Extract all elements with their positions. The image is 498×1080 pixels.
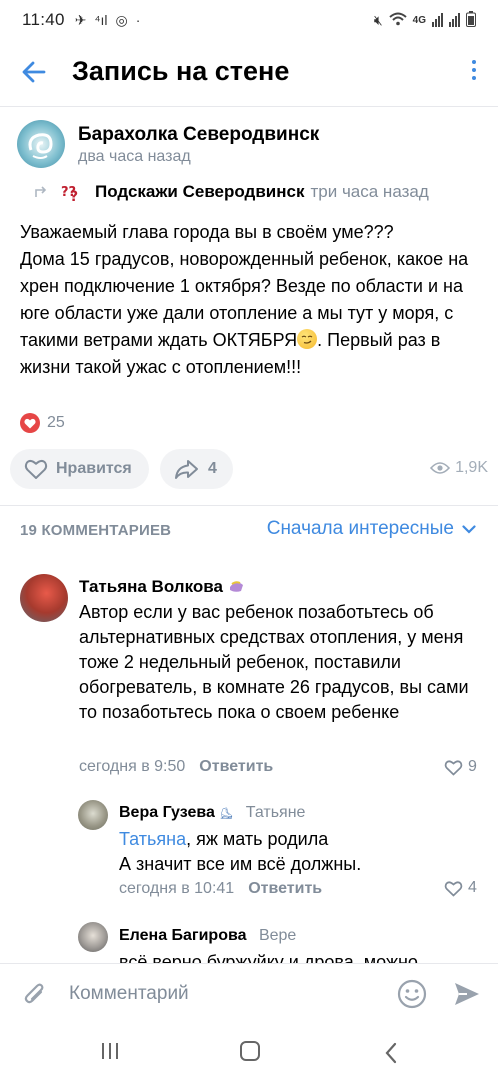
header-divider bbox=[0, 106, 498, 107]
repost-timestamp: три часа назад bbox=[310, 182, 429, 201]
system-navigation-bar bbox=[0, 1025, 498, 1080]
page-title: Запись на стене bbox=[72, 56, 290, 86]
repost-source[interactable]: ??? Подскажи Северодвинск три часа назад bbox=[33, 180, 429, 205]
views-count: 1,9K bbox=[455, 459, 488, 476]
reply-timestamp: сегодня в 10:41 bbox=[119, 880, 235, 897]
reply-meta: сегодня в 10:41 Ответить bbox=[119, 880, 322, 898]
sort-comments-dropdown[interactable]: Сначала интересные bbox=[267, 518, 476, 540]
comment-composer: Комментарий bbox=[0, 963, 498, 1025]
reply-to-name[interactable]: Вере bbox=[259, 927, 296, 944]
dot-icon bbox=[472, 76, 476, 80]
views-counter: 1,9K bbox=[430, 459, 488, 477]
chevron-down-icon bbox=[462, 524, 476, 534]
repost-source-avatar: ??? bbox=[61, 181, 87, 205]
reply-to-name[interactable]: Татьяне bbox=[246, 804, 306, 821]
comment-timestamp: сегодня в 9:50 bbox=[79, 758, 186, 775]
dot-icon bbox=[472, 60, 476, 64]
signal-2-icon bbox=[449, 13, 460, 27]
reply-like-button[interactable]: 4 bbox=[444, 879, 477, 897]
signal-icon bbox=[432, 13, 443, 27]
reply-button[interactable]: Ответить bbox=[248, 880, 322, 898]
comment-input[interactable]: Комментарий bbox=[69, 983, 189, 1005]
reply-author-name[interactable]: Елена Багирова Вере bbox=[119, 927, 296, 945]
comment-text: Автор если у вас ребенок позаботьтесь об… bbox=[79, 602, 469, 722]
reply-button[interactable]: Ответить bbox=[199, 758, 273, 776]
share-count: 4 bbox=[208, 460, 217, 477]
comment-meta: сегодня в 9:50 Ответить bbox=[79, 758, 273, 776]
emoji-smile-icon[interactable] bbox=[396, 978, 428, 1010]
post-actions: Нравится 4 1,9K bbox=[10, 449, 488, 489]
reply-text: всё верно буржуйку и дрова, можно bbox=[119, 952, 418, 963]
signal-small-icon: ⁴ıl bbox=[94, 12, 108, 28]
repost-source-name: Подскажи Северодвинск bbox=[95, 182, 305, 201]
recent-apps-button[interactable] bbox=[102, 1043, 118, 1059]
reply-author-avatar[interactable] bbox=[78, 800, 108, 830]
wifi-icon bbox=[388, 12, 407, 29]
share-arrow-icon bbox=[175, 460, 198, 479]
group-avatar[interactable] bbox=[17, 120, 65, 168]
battery-icon bbox=[466, 10, 476, 30]
heart-reaction-icon bbox=[20, 413, 40, 433]
comment-like-button[interactable]: 9 bbox=[444, 758, 477, 776]
repost-arrow-icon bbox=[35, 186, 47, 197]
comment-author-avatar[interactable] bbox=[20, 574, 68, 622]
more-menu-button[interactable] bbox=[472, 60, 476, 80]
send-icon[interactable] bbox=[453, 980, 481, 1008]
mute-icon: 🔇︎ bbox=[373, 11, 383, 28]
skates-emoji-icon: ⛸ bbox=[219, 808, 234, 820]
system-back-button[interactable] bbox=[384, 1042, 398, 1064]
reply-text: Татьяна, яж мать родила А значит все им … bbox=[119, 829, 362, 874]
status-time: 11:40 bbox=[22, 10, 65, 29]
post-divider bbox=[0, 505, 498, 506]
reactions-summary[interactable]: 25 bbox=[20, 413, 65, 433]
reply-author-avatar[interactable] bbox=[78, 922, 108, 952]
post-timestamp: два часа назад bbox=[78, 148, 191, 165]
like-label: Нравится bbox=[56, 460, 132, 477]
viber-icon: ◎ bbox=[115, 11, 128, 28]
status-bar: 11:40 ✈ ⁴ıl ◎ · 🔇︎ 4G bbox=[0, 0, 498, 40]
post-text: Уважаемый глава города вы в своём уме???… bbox=[20, 219, 482, 381]
network-type-label: 4G bbox=[412, 14, 426, 26]
like-button[interactable]: Нравится bbox=[10, 449, 149, 489]
dot-icon: · bbox=[135, 12, 141, 28]
heart-outline-icon bbox=[444, 759, 463, 776]
sort-label: Сначала интересные bbox=[266, 518, 454, 539]
share-button[interactable]: 4 bbox=[160, 449, 233, 489]
paperclip-icon[interactable] bbox=[22, 980, 48, 1010]
mention-link[interactable]: Татьяна bbox=[119, 829, 186, 849]
eye-icon bbox=[430, 462, 451, 474]
arrow-left-icon bbox=[22, 61, 46, 83]
heart-outline-icon bbox=[444, 880, 463, 897]
home-button[interactable] bbox=[240, 1041, 260, 1061]
dot-icon bbox=[472, 68, 476, 72]
back-button[interactable] bbox=[20, 58, 48, 86]
comment-likes-count: 9 bbox=[468, 758, 477, 775]
comment-author-name[interactable]: Татьяна Волкова bbox=[79, 577, 245, 597]
reply-likes-count: 4 bbox=[468, 879, 477, 896]
group-name-link[interactable]: Барахолка Северодвинск bbox=[78, 124, 319, 146]
reactions-count: 25 bbox=[47, 414, 65, 431]
svg-text:?: ? bbox=[70, 189, 78, 203]
comments-count-label: 19 КОММЕНТАРИЕВ bbox=[20, 522, 172, 539]
sticker-emoji-icon bbox=[228, 578, 245, 592]
reply-author-name[interactable]: Вера Гузева ⛸ Татьяне bbox=[119, 804, 305, 822]
smirk-emoji-icon bbox=[297, 329, 318, 349]
heart-outline-icon bbox=[24, 459, 48, 479]
top-app-bar: Запись на стене bbox=[0, 44, 498, 102]
tools-icon: ✈ bbox=[74, 11, 87, 28]
